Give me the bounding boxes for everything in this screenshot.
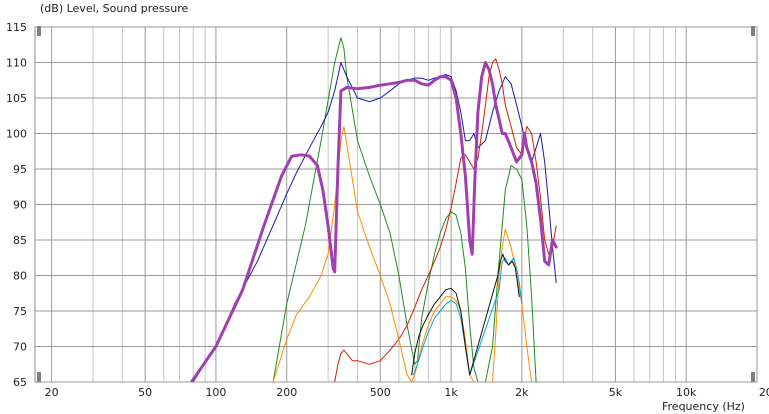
y-tick-label: 115 [6,21,27,34]
x-tick-label: 500 [370,386,391,399]
left-y-handle-bottom [37,372,41,382]
y-tick-labels: 115 110 105 100 95 90 85 80 75 70 65 [6,21,27,389]
right-y-handle-bottom [751,372,755,382]
x-tick-label: 2k [515,386,529,399]
x-tick-label: 20k [759,386,769,399]
x-tick-label: 200 [276,386,297,399]
y-tick-label: 95 [13,163,27,176]
x-axis-title: Frequency (Hz) [662,400,745,413]
y-tick-label: 75 [13,305,27,318]
left-y-handle [37,26,41,36]
x-tick-label: 20 [45,386,59,399]
x-tick-label: 50 [138,386,152,399]
y-tick-label: 110 [6,57,27,70]
x-tick-label: 5k [609,386,623,399]
y-tick-label: 80 [13,270,27,283]
x-tick-labels: 20 50 100 200 500 1k 2k 5k 10k 20k [45,386,769,399]
x-tick-label: 1k [444,386,458,399]
x-tick-label: 100 [205,386,226,399]
frequency-response-chart: (dB) Level, Sound pressure 115 110 105 100 9… [6,2,769,413]
y-axis-title: (dB) Level, Sound pressure [40,2,189,15]
right-y-handle [751,26,755,36]
y-tick-label: 100 [6,128,27,141]
plot-area [34,26,758,383]
y-tick-label: 85 [13,234,27,247]
y-tick-label: 105 [6,92,27,105]
y-tick-label: 65 [13,376,27,389]
y-tick-label: 90 [13,199,27,212]
y-tick-label: 70 [13,341,27,354]
x-tick-label: 10k [676,386,697,399]
